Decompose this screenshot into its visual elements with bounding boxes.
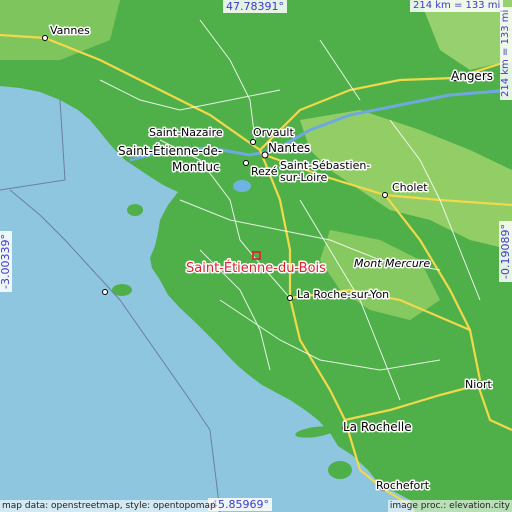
image-credit: image proc.: elevation.city <box>387 500 512 512</box>
place-label-mont-mercure: Mont Mercure <box>354 257 430 270</box>
map-attribution: map data: openstreetmap, style: opentopo… <box>0 500 218 512</box>
terrain-map: Vannes Angers Orvault Nantes Saint-Nazai… <box>0 0 512 512</box>
place-label-la-rochelle: La Rochelle <box>343 420 412 434</box>
west-coordinate-text: -3.00339° <box>0 231 12 292</box>
scale-vertical: 214 km = 133 mi <box>500 6 512 100</box>
place-label-nantes: Nantes <box>268 141 310 155</box>
east-coordinate-text: -0.19089° <box>499 221 512 282</box>
place-label-orvault: Orvault <box>253 126 294 139</box>
place-label-niort: Niort <box>465 378 493 391</box>
place-label-sur-loire: sur-Loire <box>280 171 327 184</box>
place-label-saint-nazaire: Saint-Nazaire <box>149 126 223 139</box>
island <box>328 461 352 479</box>
place-label-saint-etienne-de: Saint-Étienne-de- <box>118 143 222 158</box>
place-label-vannes: Vannes <box>50 24 90 37</box>
target-label: Saint-Étienne-du-Bois <box>186 260 326 276</box>
east-coordinate: -0.19089° <box>499 202 512 282</box>
north-coordinate: 47.78391° <box>223 0 287 13</box>
west-coordinate: -3.00339° <box>0 212 12 292</box>
place-label-montluc: Montluc <box>172 160 220 174</box>
scale-vertical-text: 214 km = 133 mi <box>500 6 512 100</box>
lake <box>233 180 251 192</box>
place-label-la-roche-sur-yon: La Roche-sur-Yon <box>297 288 389 301</box>
scale-horizontal: 214 km = 133 mi <box>410 0 504 12</box>
place-label-cholet: Cholet <box>392 181 428 194</box>
place-label-rochefort: Rochefort <box>376 479 430 492</box>
place-label-reze: Rezé <box>251 165 278 178</box>
place-label-angers: Angers <box>451 69 493 83</box>
island <box>127 204 143 216</box>
